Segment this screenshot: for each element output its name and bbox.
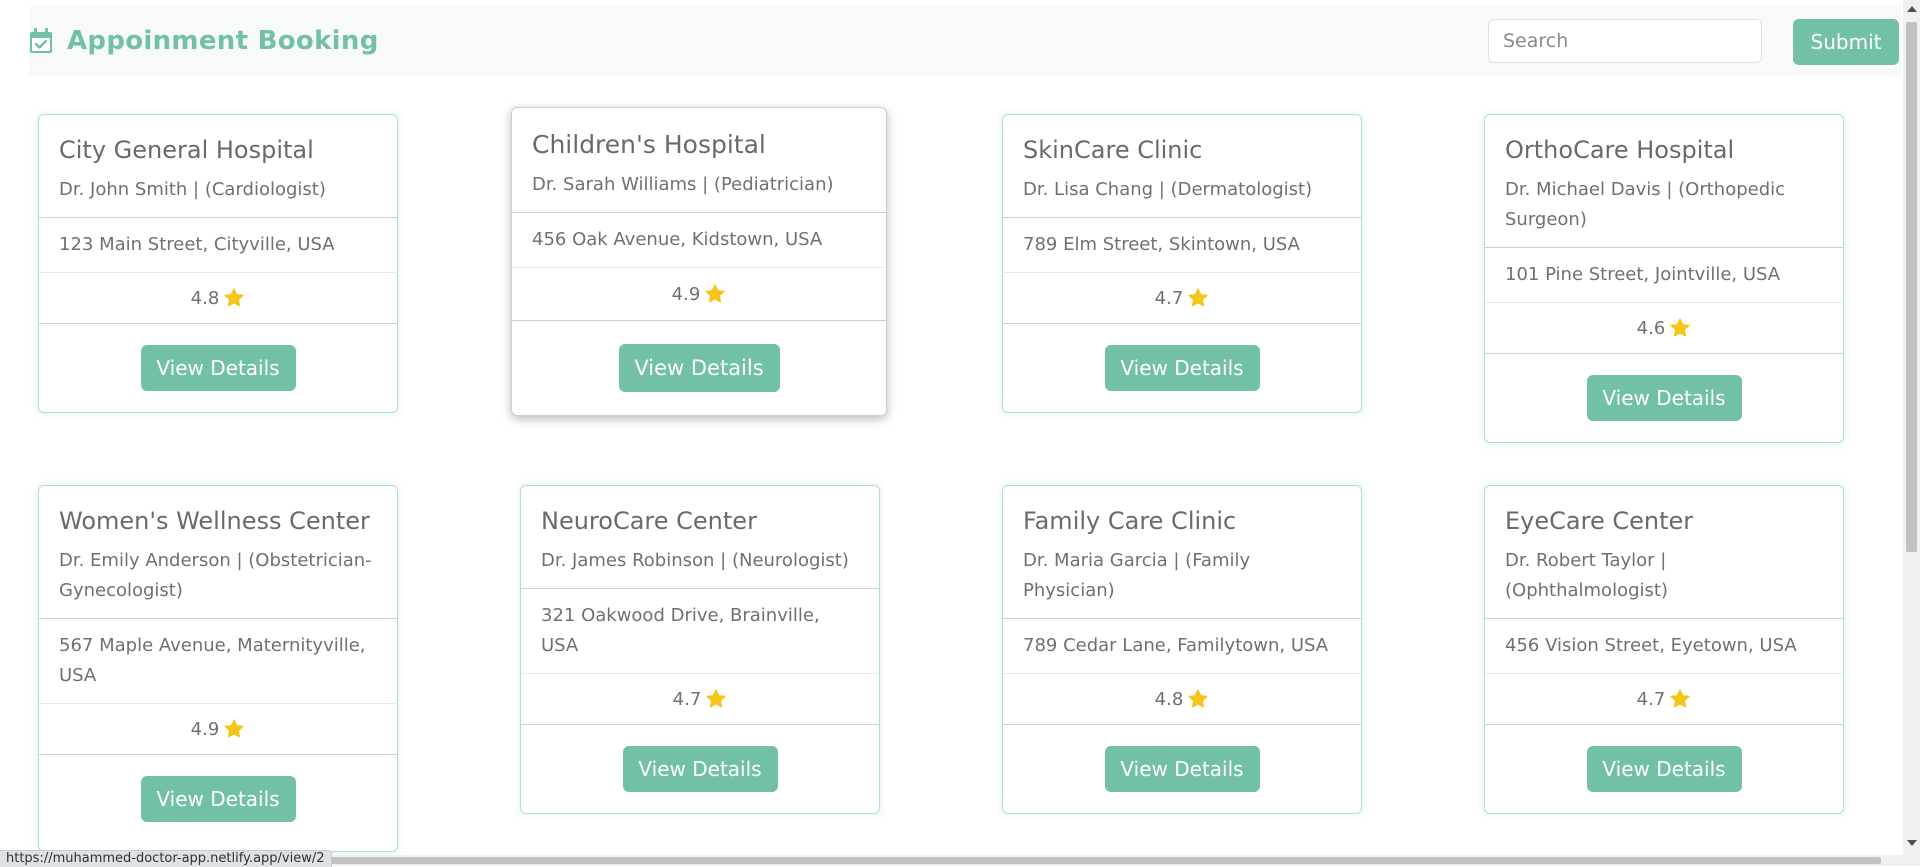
hospital-address: 123 Main Street, Cityville, USA: [39, 218, 397, 273]
hospital-address: 321 Oakwood Drive, Brainville, USA: [521, 589, 879, 674]
hospital-card: Women's Wellness Center Dr. Emily Anders…: [38, 485, 398, 852]
view-details-button[interactable]: View Details: [1104, 746, 1260, 792]
card-footer: View Details: [1485, 725, 1843, 813]
card-header: Family Care Clinic Dr. Maria Garcia | (F…: [1003, 486, 1361, 619]
star-icon: [224, 719, 244, 738]
view-details-button[interactable]: View Details: [622, 746, 778, 792]
card-header: SkinCare Clinic Dr. Lisa Chang | (Dermat…: [1003, 115, 1361, 218]
submit-button[interactable]: Submit: [1793, 19, 1899, 65]
rating: 4.9: [39, 704, 397, 755]
hospital-name: OrthoCare Hospital: [1505, 136, 1735, 164]
scroll-up-arrow-icon[interactable]: [1907, 6, 1917, 12]
star-icon: [1188, 288, 1208, 307]
hospital-name: City General Hospital: [59, 136, 314, 164]
card-header: OrthoCare Hospital Dr. Michael Davis | (…: [1485, 115, 1843, 248]
hospital-name: Family Care Clinic: [1023, 507, 1237, 535]
search-input[interactable]: [1488, 19, 1762, 63]
doctor-info: Dr. Lisa Chang | (Dermatologist): [1023, 179, 1313, 200]
view-details-button[interactable]: View Details: [1104, 345, 1260, 391]
card-footer: View Details: [1003, 324, 1361, 412]
star-icon: [705, 284, 725, 303]
rating: 4.9: [512, 268, 886, 321]
hospital-card: EyeCare Center Dr. Robert Taylor | (Opht…: [1484, 485, 1844, 814]
view-details-button[interactable]: View Details: [1586, 375, 1742, 421]
hospital-address: 789 Cedar Lane, Familytown, USA: [1003, 619, 1361, 674]
status-url: https://muhammed-doctor-app.netlify.app/…: [0, 850, 332, 867]
hospital-name: Children's Hospital: [532, 130, 766, 159]
rating-value: 4.9: [671, 283, 701, 305]
hospital-card: Children's Hospital Dr. Sarah Williams |…: [511, 107, 887, 416]
rating: 4.7: [521, 674, 879, 725]
rating-value: 4.7: [672, 688, 702, 710]
star-icon: [1670, 689, 1690, 708]
hospital-address: 789 Elm Street, Skintown, USA: [1003, 218, 1361, 273]
rating: 4.7: [1003, 273, 1361, 324]
hospital-card: City General Hospital Dr. John Smith | (…: [38, 114, 398, 413]
hospital-card: OrthoCare Hospital Dr. Michael Davis | (…: [1484, 114, 1844, 443]
view-details-button[interactable]: View Details: [1586, 746, 1742, 792]
vertical-scrollbar[interactable]: [1903, 0, 1920, 866]
star-icon: [1670, 318, 1690, 337]
hospital-name: EyeCare Center: [1505, 507, 1694, 535]
hospital-name: SkinCare Clinic: [1023, 136, 1203, 164]
hospital-address: 101 Pine Street, Jointville, USA: [1485, 248, 1843, 303]
hospital-address: 456 Oak Avenue, Kidstown, USA: [512, 213, 886, 268]
hospital-card: NeuroCare Center Dr. James Robinson | (N…: [520, 485, 880, 814]
card-header: NeuroCare Center Dr. James Robinson | (N…: [521, 486, 879, 589]
rating-value: 4.6: [1636, 317, 1666, 339]
brand[interactable]: Appoinment Booking: [29, 26, 379, 56]
doctor-info: Dr. Sarah Williams | (Pediatrician): [532, 174, 834, 195]
rating-value: 4.8: [190, 287, 220, 309]
hospital-address: 567 Maple Avenue, Maternityville, USA: [39, 619, 397, 704]
rating: 4.8: [1003, 674, 1361, 725]
scroll-down-arrow-icon[interactable]: [1907, 840, 1917, 846]
view-details-button[interactable]: View Details: [618, 344, 780, 392]
rating: 4.7: [1485, 674, 1843, 725]
hospital-name: Women's Wellness Center: [59, 507, 370, 535]
navbar: Appoinment Booking Submit: [29, 6, 1901, 76]
rating-value: 4.7: [1636, 688, 1666, 710]
doctor-info: Dr. Robert Taylor | (Ophthalmologist): [1505, 550, 1668, 601]
star-icon: [224, 288, 244, 307]
calendar-check-icon: [30, 28, 52, 53]
hospital-address: 456 Vision Street, Eyetown, USA: [1485, 619, 1843, 674]
card-footer: View Details: [521, 725, 879, 813]
star-icon: [1188, 689, 1208, 708]
hospital-name: NeuroCare Center: [541, 507, 757, 535]
doctor-info: Dr. John Smith | (Cardiologist): [59, 179, 326, 200]
card-footer: View Details: [39, 755, 397, 843]
card-header: Children's Hospital Dr. Sarah Williams |…: [512, 108, 886, 213]
doctor-info: Dr. Michael Davis | (Orthopedic Surgeon): [1505, 179, 1786, 230]
view-details-button[interactable]: View Details: [140, 776, 296, 822]
rating-value: 4.7: [1154, 287, 1184, 309]
view-details-button[interactable]: View Details: [140, 345, 296, 391]
card-footer: View Details: [39, 324, 397, 412]
brand-title: Appoinment Booking: [67, 26, 379, 56]
card-footer: View Details: [1485, 354, 1843, 442]
card-header: City General Hospital Dr. John Smith | (…: [39, 115, 397, 218]
rating-value: 4.9: [190, 718, 220, 740]
rating: 4.6: [1485, 303, 1843, 354]
card-header: Women's Wellness Center Dr. Emily Anders…: [39, 486, 397, 619]
card-footer: View Details: [512, 321, 886, 415]
card-footer: View Details: [1003, 725, 1361, 813]
hospital-card: Family Care Clinic Dr. Maria Garcia | (F…: [1002, 485, 1362, 814]
card-header: EyeCare Center Dr. Robert Taylor | (Opht…: [1485, 486, 1843, 619]
doctor-info: Dr. James Robinson | (Neurologist): [541, 550, 849, 571]
rating: 4.8: [39, 273, 397, 324]
hospital-card: SkinCare Clinic Dr. Lisa Chang | (Dermat…: [1002, 114, 1362, 413]
rating-value: 4.8: [1154, 688, 1184, 710]
star-icon: [706, 689, 726, 708]
doctor-info: Dr. Maria Garcia | (Family Physician): [1023, 550, 1251, 601]
scrollbar-thumb[interactable]: [1906, 22, 1917, 552]
doctor-info: Dr. Emily Anderson | (Obstetrician-Gynec…: [59, 550, 372, 601]
